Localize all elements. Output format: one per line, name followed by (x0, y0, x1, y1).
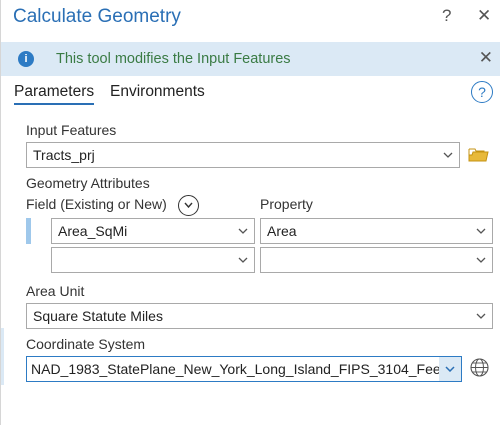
dismiss-info-icon[interactable]: ✕ (479, 48, 493, 68)
chevron-down-icon (238, 248, 248, 263)
property-dropdown-row-2[interactable] (260, 247, 493, 273)
field-dropdown-row-2[interactable] (51, 247, 255, 273)
tab-environments[interactable]: Environments (110, 83, 205, 101)
area-unit-label: Area Unit (26, 283, 85, 299)
expand-icon[interactable] (178, 195, 199, 216)
property-value: Area (267, 223, 297, 239)
geometry-attributes-label: Geometry Attributes (26, 175, 150, 191)
input-features-value: Tracts_prj (33, 147, 95, 163)
input-features-label: Input Features (26, 122, 117, 138)
info-message: This tool modifies the Input Features (56, 51, 291, 67)
input-features-dropdown[interactable]: Tracts_prj (26, 142, 460, 168)
chevron-down-icon (443, 143, 453, 158)
required-indicator (26, 218, 31, 244)
active-parameter-indicator (1, 328, 4, 385)
globe-icon[interactable] (470, 358, 489, 377)
chevron-down-icon (476, 248, 486, 263)
chevron-down-icon (445, 357, 455, 372)
chevron-down-icon (476, 219, 486, 234)
close-button[interactable]: ✕ (477, 6, 491, 26)
folder-icon[interactable] (468, 146, 489, 162)
chevron-down-icon (238, 219, 248, 234)
field-column-header: Field (Existing or New) (26, 196, 167, 212)
area-unit-value: Square Statute Miles (33, 308, 163, 324)
field-dropdown-row-1[interactable]: Area_SqMi (51, 218, 255, 244)
area-unit-dropdown[interactable]: Square Statute Miles (26, 303, 493, 329)
tool-help-icon[interactable]: ? (471, 81, 493, 103)
pane-title: Calculate Geometry (13, 6, 181, 27)
property-column-header: Property (260, 196, 313, 212)
info-banner: i This tool modifies the Input Features … (1, 42, 500, 76)
tab-parameters[interactable]: Parameters (14, 83, 95, 105)
coordinate-system-dropdown[interactable]: NAD_1983_StatePlane_New_York_Long_Island… (26, 356, 462, 382)
field-value: Area_SqMi (58, 223, 128, 239)
info-icon: i (18, 51, 34, 67)
property-dropdown-row-1[interactable]: Area (260, 218, 493, 244)
chevron-down-icon (476, 304, 486, 319)
coordinate-system-label: Coordinate System (26, 336, 146, 352)
coordinate-system-value: NAD_1983_StatePlane_New_York_Long_Island… (31, 361, 441, 377)
geoprocessing-pane: Calculate Geometry ? ✕ i This tool modif… (0, 0, 500, 425)
help-button[interactable]: ? (442, 6, 451, 26)
